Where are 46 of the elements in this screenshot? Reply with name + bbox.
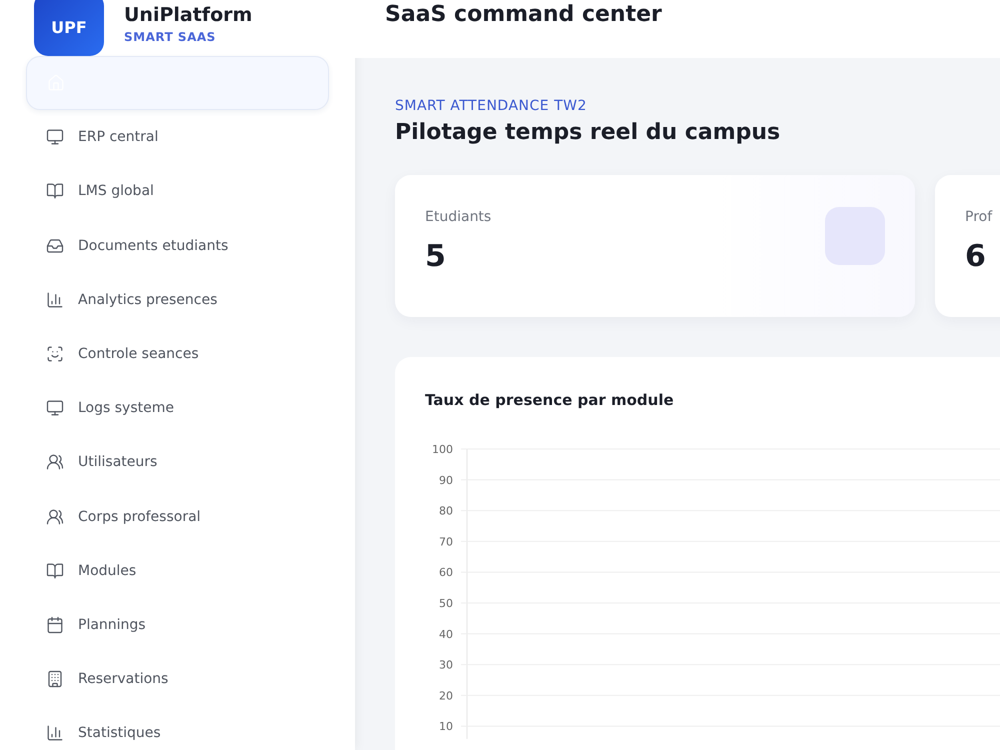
building-icon xyxy=(46,670,64,688)
axis-tick-label: 70 xyxy=(439,535,453,548)
axis-tick-label: 80 xyxy=(439,504,453,518)
axis-tick-label: 100 xyxy=(432,443,453,456)
bar-chart-icon xyxy=(46,724,64,742)
monitor-icon xyxy=(46,399,64,418)
stat-label: Prof xyxy=(965,209,994,225)
users-icon xyxy=(46,453,64,472)
axis-tick-label: 60 xyxy=(439,566,453,580)
sidebar-item[interactable]: Statistiques xyxy=(26,706,329,750)
stat-value: 6 xyxy=(965,239,987,274)
axis-tick-label: 20 xyxy=(439,689,453,702)
stat-value: 5 xyxy=(425,239,447,274)
axis-tick-label: 50 xyxy=(439,597,453,610)
monitor-icon xyxy=(46,128,64,146)
section-eyebrow: SMART ATTENDANCE TW2 xyxy=(395,98,588,114)
sidebar-item[interactable]: Controle seances xyxy=(26,326,329,382)
axis-tick-label: 30 xyxy=(439,658,453,672)
sidebar-item[interactable]: LMS global xyxy=(26,164,329,219)
axis-tick-label: 10 xyxy=(439,720,453,734)
inbox-icon xyxy=(46,236,64,255)
sidebar-item[interactable]: ERP central xyxy=(26,110,329,164)
stat-label: Etudiants xyxy=(425,209,492,225)
calendar-icon xyxy=(46,616,64,634)
axis-tick-label: 40 xyxy=(439,628,453,641)
brand-name: UniPlatform xyxy=(124,4,252,26)
sidebar-item[interactable] xyxy=(26,56,329,110)
sidebar-item[interactable]: Modules xyxy=(26,544,329,598)
face-scan-icon xyxy=(46,345,64,364)
bar-chart-icon xyxy=(46,290,64,309)
brand-tagline: SMART SAAS xyxy=(124,30,217,44)
chart-title: Taux de presence par module xyxy=(425,391,675,409)
sidebar-item[interactable]: Utilisateurs xyxy=(26,435,329,490)
sidebar-item[interactable]: Logs systeme xyxy=(26,381,329,436)
sidebar-item[interactable]: Plannings xyxy=(26,598,329,652)
sidebar-item[interactable]: Corps professoral xyxy=(26,490,329,544)
logo: UPF xyxy=(34,0,104,56)
users-icon xyxy=(46,508,64,526)
page-title: SaaS command center xyxy=(385,2,662,27)
sidebar-item[interactable]: Reservations xyxy=(26,652,329,706)
sidebar-item[interactable]: Documents etudiants xyxy=(26,218,329,273)
book-icon xyxy=(46,182,64,200)
sidebar-item[interactable]: Analytics presences xyxy=(26,272,329,327)
book-icon xyxy=(46,562,64,580)
section-title: Pilotage temps reel du campus xyxy=(395,120,782,145)
axis-tick-label: 90 xyxy=(439,474,453,487)
